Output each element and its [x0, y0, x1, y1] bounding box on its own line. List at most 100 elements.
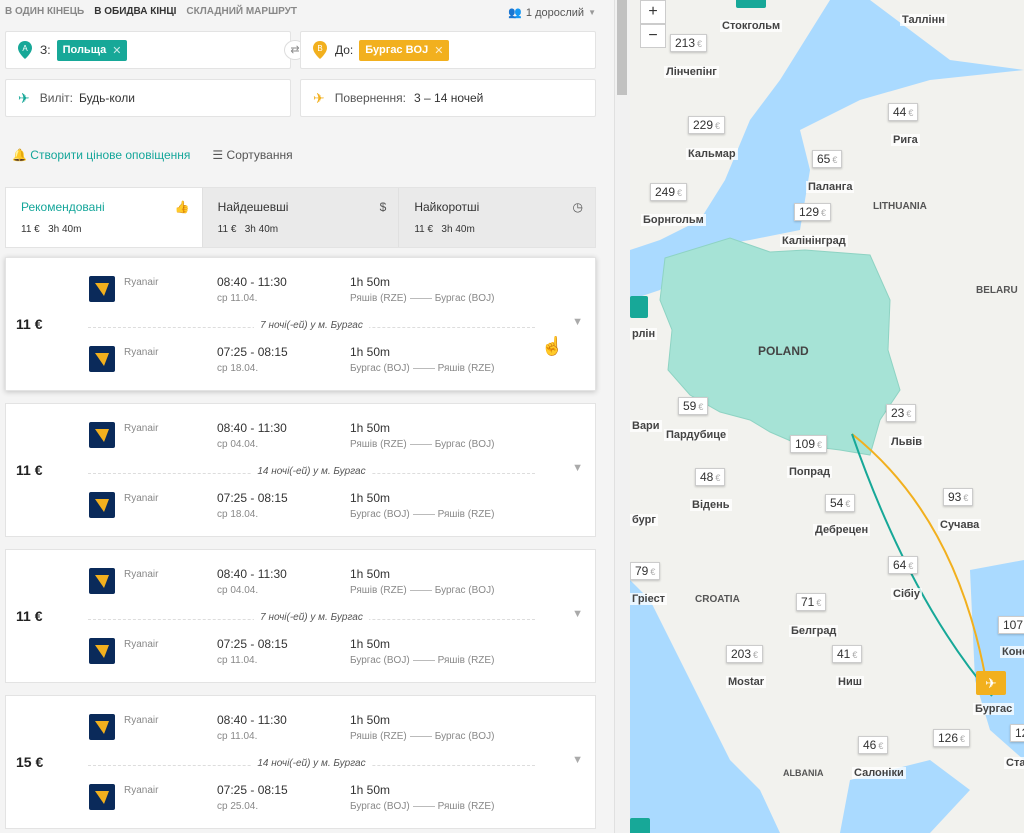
tab-duration: 3h 40m [441, 224, 475, 235]
price-value: 229 [693, 118, 714, 132]
currency: € [697, 39, 703, 49]
chevron-down-icon[interactable]: ▼ [572, 754, 583, 766]
price-marker[interactable]: 23 € [886, 404, 917, 422]
route-from: Ряшів (RZE) [350, 731, 407, 742]
destination-chip[interactable]: Бургас BOJ ✕ [359, 39, 450, 61]
currency: € [753, 650, 759, 660]
currency: € [715, 121, 721, 131]
price-marker[interactable]: 71 € [796, 593, 827, 611]
stay-text: 7 ночі(-ей) у м. Бургас [254, 320, 369, 331]
price-marker[interactable]: 44 € [888, 103, 919, 121]
one-way-tab[interactable]: В ОДИН КІНЕЦЬ [5, 6, 84, 17]
price-marker[interactable]: 109 € [790, 435, 828, 453]
chevron-down-icon[interactable]: ▼ [572, 462, 583, 474]
close-icon[interactable]: ✕ [112, 44, 121, 57]
price-marker[interactable]: 48 € [695, 468, 726, 486]
price-marker[interactable]: 126 € [933, 729, 971, 747]
price-marker[interactable]: 65 € [812, 150, 843, 168]
price-marker[interactable]: 46 € [858, 736, 889, 754]
price-marker[interactable]: 54 € [825, 494, 856, 512]
arrow-icon [409, 444, 432, 445]
return-tab[interactable]: В ОБИДВА КІНЦІ [94, 6, 176, 17]
tab-recommended[interactable]: Рекомендовані 11 € 3h 40m 👍 [6, 188, 203, 247]
price-marker[interactable]: 129 € [794, 203, 832, 221]
origin-field[interactable]: A З: Польща ✕ [5, 31, 291, 69]
city-label: Кальмар [686, 148, 738, 160]
city-label: Салоніки [852, 767, 906, 779]
departure-field[interactable]: ✈ Виліт: Будь-коли [5, 79, 291, 117]
result-card[interactable]: 11 € Ryanair 08:40 - 11:30 ср 04.04. 1h 50m Р… [5, 549, 596, 683]
passengers-label: 1 дорослий [525, 6, 585, 19]
price-marker[interactable]: 79 € [630, 562, 661, 580]
flight-times: 08:40 - 11:30 [217, 421, 287, 435]
tab-price: 11 € [217, 224, 237, 235]
tab-cheapest[interactable]: Найдешевші 11 € 3h 40m $ [203, 188, 400, 247]
zoom-out-button[interactable]: − [640, 24, 666, 48]
city-label: Рига [891, 134, 920, 146]
result-card[interactable]: 11 € Ryanair 08:40 - 11:30 ср 11.04. 1h 50m Р… [5, 257, 596, 391]
flight-duration: 1h 50m [350, 275, 391, 289]
price-value: 64 [893, 558, 907, 572]
clock-icon: ◷ [572, 200, 584, 214]
ryanair-logo-icon [89, 422, 115, 448]
origin-green-marker[interactable] [736, 0, 766, 8]
scrollbar-thumb[interactable] [617, 0, 627, 95]
multi-city-tab[interactable]: СКЛАДНИЙ МАРШРУТ [186, 6, 297, 17]
price-marker[interactable]: 41 € [832, 645, 863, 663]
price-marker[interactable]: 64 € [888, 556, 919, 574]
tab-price: 11 € [414, 224, 434, 235]
origin-green-marker[interactable] [630, 818, 650, 833]
bell-icon: 🔔 [12, 148, 27, 162]
origin-label: З: [40, 43, 51, 57]
tab-shortest[interactable]: Найкоротші 11 € 3h 40m ◷ [399, 188, 595, 247]
zoom-in-button[interactable]: + [640, 0, 666, 24]
flight-route: Ряшів (RZE) Бургас (BOJ) [350, 293, 494, 304]
result-card[interactable]: 15 € Ryanair 08:40 - 11:30 ср 11.04. 1h 50m Р… [5, 695, 596, 829]
origin-green-marker[interactable] [630, 296, 648, 318]
stay-text: 14 ночі(-ей) у м. Бургас [251, 758, 372, 769]
return-field[interactable]: ✈ Повернення: 3 – 14 ночей [300, 79, 596, 117]
scrollbar-track[interactable] [614, 0, 630, 833]
destination-airport-marker[interactable]: ✈ [976, 671, 1006, 695]
country-label: CROATIA [695, 594, 740, 605]
arrow-icon [409, 736, 432, 737]
tab-meta: 11 € 3h 40m [21, 224, 187, 235]
close-icon[interactable]: ✕ [434, 44, 443, 57]
stay-text: 14 ночі(-ей) у м. Бургас [251, 466, 372, 477]
flight-date: ср 25.04. [217, 801, 259, 812]
price-alert-button[interactable]: 🔔 Створити цінове оповіщення [12, 148, 190, 162]
destination-field[interactable]: B До: Бургас BOJ ✕ [300, 31, 596, 69]
price-value: 48 [700, 470, 714, 484]
chevron-down-icon[interactable]: ▼ [572, 316, 583, 328]
city-label: Пардубице [664, 429, 729, 441]
price-marker[interactable]: 249 € [650, 183, 688, 201]
sort-button[interactable]: ☰ Сортування [212, 148, 292, 162]
airline-name: Ryanair [124, 347, 159, 358]
price-value: 23 [891, 406, 905, 420]
arrow-icon [412, 368, 435, 369]
price-marker[interactable]: 93 € [943, 488, 974, 506]
price-marker[interactable]: 107 [998, 616, 1024, 634]
route-to: Ряшів (RZE) [437, 363, 495, 374]
result-price: 15 € [16, 754, 44, 770]
price-value: 249 [655, 185, 676, 199]
price-value: 109 [795, 437, 816, 451]
currency: € [852, 650, 858, 660]
sort-label: Сортування [226, 148, 293, 162]
map[interactable]: + − LITHUANIA POLAND BELARU CROATIA ALBA… [630, 0, 1024, 833]
passengers-selector[interactable]: 👥 1 дорослий ▼ [508, 6, 596, 20]
city-label: Стокгольм [720, 20, 783, 32]
price-marker[interactable]: 229 € [688, 116, 726, 134]
currency: € [908, 108, 914, 118]
price-marker[interactable]: 12 [1010, 724, 1024, 742]
price-marker[interactable]: 59 € [678, 397, 709, 415]
price-marker[interactable]: 213 € [670, 34, 708, 52]
price-value: 46 [863, 738, 877, 752]
city-label: Лінчепінг [664, 66, 719, 78]
origin-chip[interactable]: Польща ✕ [56, 39, 128, 61]
result-card[interactable]: 11 € Ryanair 08:40 - 11:30 ср 04.04. 1h 50m Р… [5, 403, 596, 537]
chevron-down-icon[interactable]: ▼ [572, 608, 583, 620]
city-label: Калінінград [780, 235, 848, 247]
price-marker[interactable]: 203 € [726, 645, 764, 663]
stay-text: 7 ночі(-ей) у м. Бургас [254, 612, 369, 623]
